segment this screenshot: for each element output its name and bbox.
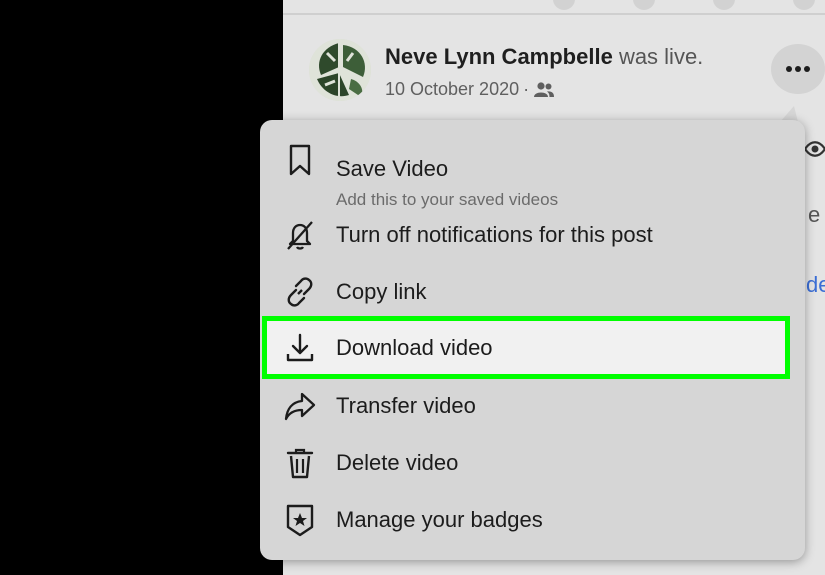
share-arrow-icon: [283, 389, 317, 423]
post-header: Neve Lynn Campbelle was live.: [385, 44, 703, 70]
share-button-partial[interactable]: [713, 0, 735, 10]
monstera-leaf-icon: [309, 39, 371, 101]
link-icon: [283, 275, 317, 309]
menu-item-label: Transfer video: [336, 393, 476, 418]
menu-item-copy-link[interactable]: Copy link: [260, 267, 805, 317]
trash-icon: [283, 446, 317, 480]
more-options-button[interactable]: [771, 44, 825, 94]
bookmark-icon: [283, 143, 317, 177]
live-status: was live.: [618, 44, 704, 69]
post-meta: 10 October 2020 ·: [385, 79, 555, 100]
divider: [283, 13, 825, 15]
menu-item-save-video[interactable]: Save Video Add this to your saved videos: [260, 134, 805, 209]
ellipsis-icon: [786, 66, 810, 72]
menu-item-label: Save Video: [336, 156, 449, 181]
reaction-button-partial[interactable]: [553, 0, 575, 10]
eye-icon: [803, 138, 825, 165]
menu-item-label: Turn off notifications for this post: [336, 222, 653, 247]
post-date[interactable]: 10 October 2020: [385, 79, 519, 100]
more-partial[interactable]: [793, 0, 815, 10]
download-icon: [283, 331, 317, 365]
meta-separator: ·: [523, 79, 530, 99]
bell-off-icon: [283, 218, 317, 252]
menu-item-sublabel: Add this to your saved videos: [336, 190, 559, 209]
comment-button-partial[interactable]: [633, 0, 655, 10]
menu-item-download-video[interactable]: Download video: [262, 316, 790, 379]
post-options-menu: Save Video Add this to your saved videos…: [260, 120, 805, 560]
author-name[interactable]: Neve Lynn Campbelle: [385, 44, 613, 69]
menu-item-turn-off-notifications[interactable]: Turn off notifications for this post: [260, 210, 805, 260]
menu-item-delete-video[interactable]: Delete video: [260, 438, 805, 488]
partial-text: e: [808, 202, 821, 227]
menu-item-manage-badges[interactable]: Manage your badges: [260, 495, 805, 545]
menu-item-label: Delete video: [336, 450, 459, 475]
menu-item-label: Download video: [336, 334, 493, 360]
partial-link[interactable]: de: [806, 272, 825, 298]
menu-item-label: Copy link: [336, 279, 427, 304]
menu-item-label: Manage your badges: [336, 507, 543, 532]
avatar[interactable]: [309, 39, 371, 101]
friends-audience-icon: [534, 81, 555, 97]
badge-shield-icon: [283, 503, 317, 537]
menu-item-transfer-video[interactable]: Transfer video: [260, 381, 805, 431]
